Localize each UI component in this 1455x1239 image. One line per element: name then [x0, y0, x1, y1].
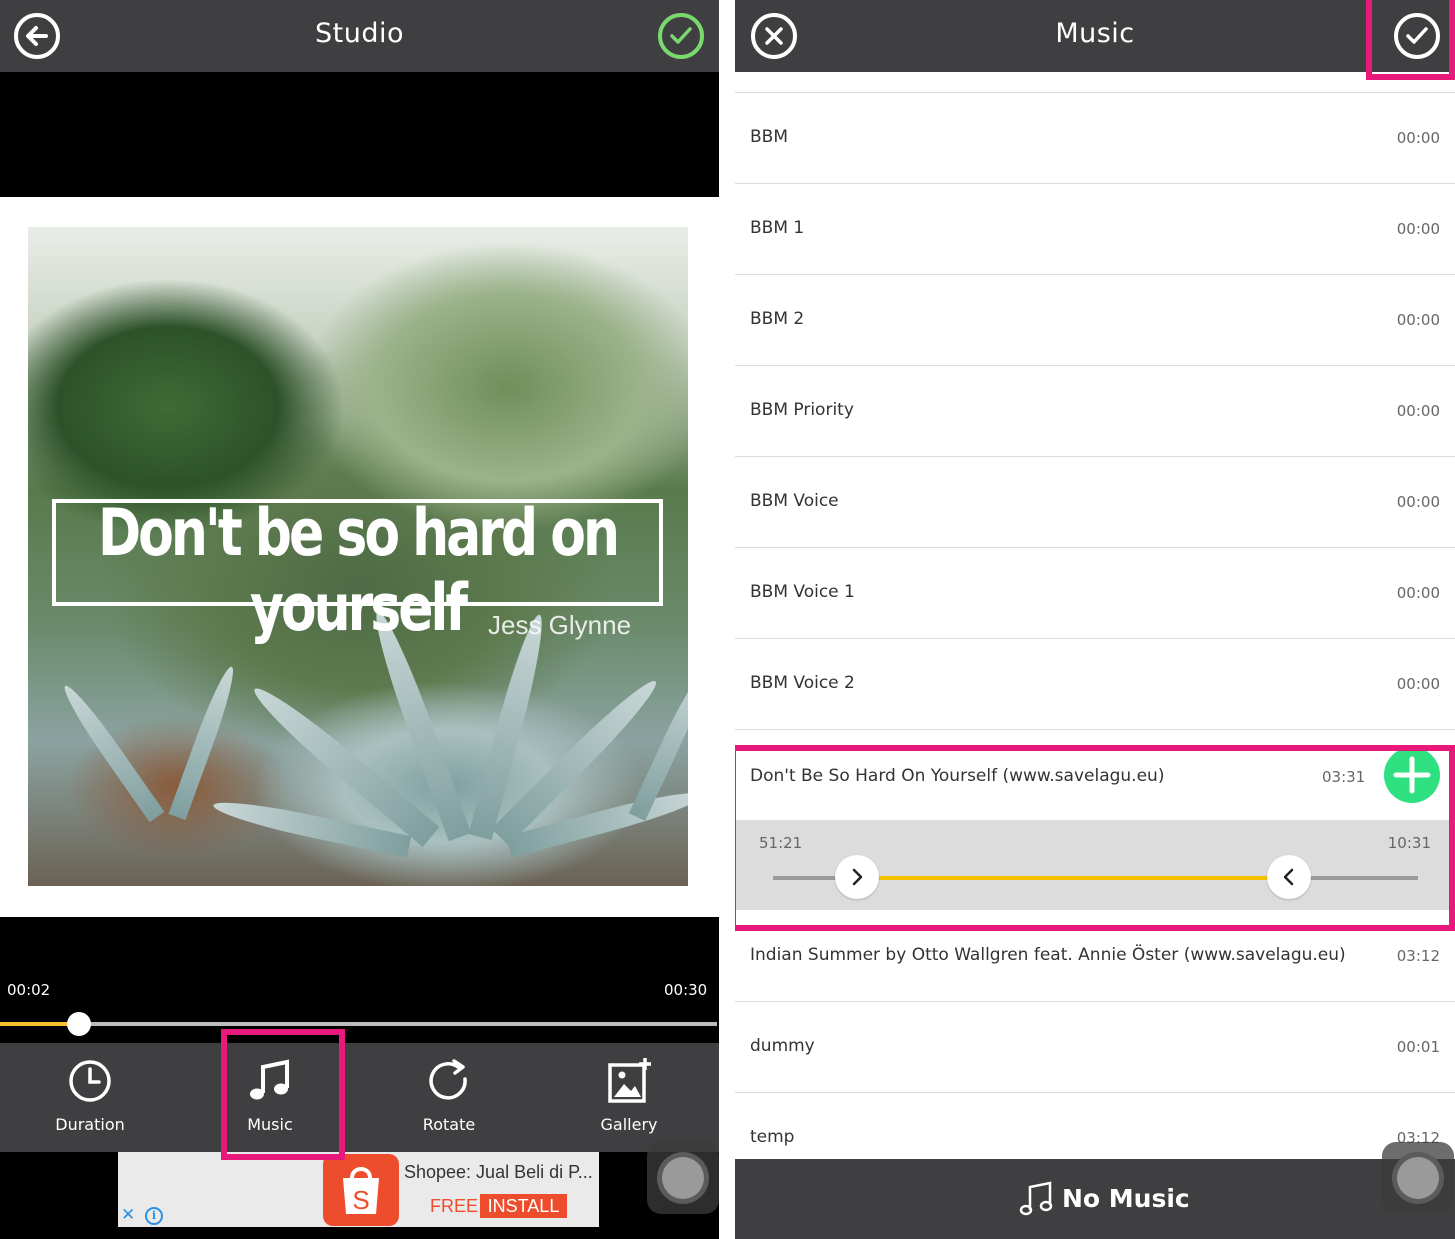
- track-row[interactable]: BBM Voice 2 00:00: [735, 639, 1455, 730]
- track-duration: 00:00: [1396, 311, 1440, 329]
- track-duration: 00:00: [1396, 402, 1440, 420]
- highlight-selected-track: [735, 745, 1455, 931]
- timeline-thumb[interactable]: [66, 1012, 91, 1036]
- highlight-confirm-button: [1366, 0, 1455, 80]
- track-name: BBM Priority: [750, 400, 854, 420]
- track-name: BBM 2: [750, 309, 805, 329]
- track-row[interactable]: BBM Priority 00:00: [735, 366, 1455, 457]
- duration-label: Duration: [55, 1115, 125, 1134]
- check-icon: [670, 27, 692, 44]
- track-name: BBM 1: [750, 218, 805, 238]
- page-title: Studio: [315, 18, 404, 49]
- page-title: Music: [1055, 18, 1135, 49]
- track-row[interactable]: BBM 1 00:00: [735, 184, 1455, 275]
- track-row[interactable]: dummy 00:01: [735, 1002, 1455, 1093]
- music-screen: Music BBM 00:00 BBM 1 00:00 BBM 2 00:00 …: [735, 0, 1455, 1239]
- track-name: BBM Voice 2: [750, 673, 855, 693]
- studio-toolbar: Duration Music Rotate Gallery: [0, 1043, 719, 1152]
- track-duration: 00:00: [1396, 220, 1440, 238]
- panel-divider: [719, 0, 735, 1239]
- current-time: 00:02: [7, 981, 51, 999]
- gallery-button[interactable]: Gallery: [539, 1043, 719, 1152]
- gallery-label: Gallery: [600, 1115, 658, 1134]
- no-music-button[interactable]: No Music: [735, 1159, 1455, 1239]
- ad-install-button[interactable]: INSTALL: [480, 1194, 567, 1218]
- quote-artist: Jess Glynne: [488, 610, 632, 640]
- clock-icon: [69, 1060, 111, 1102]
- track-name: BBM Voice: [750, 491, 839, 511]
- music-note-icon: [1019, 1181, 1053, 1216]
- confirm-button[interactable]: [658, 13, 704, 59]
- studio-header: Studio: [0, 0, 719, 72]
- track-row[interactable]: BBM Voice 00:00: [735, 457, 1455, 548]
- ad-title: Shopee: Jual Beli di P...: [404, 1162, 593, 1182]
- track-name: BBM Voice 1: [750, 582, 855, 602]
- gallery-icon: [608, 1058, 651, 1103]
- track-name: dummy: [750, 1036, 815, 1056]
- no-music-label: No Music: [1062, 1184, 1190, 1213]
- music-header: Music: [735, 0, 1455, 72]
- quote-frame: Don't be so hard on yourself: [52, 496, 663, 646]
- preview-area: Don't be so hard on yourself Jess Glynne: [0, 197, 719, 917]
- highlight-music-button: [221, 1029, 345, 1160]
- svg-text:S: S: [352, 1185, 369, 1215]
- slide-image[interactable]: Don't be so hard on yourself Jess Glynne: [28, 227, 688, 886]
- track-duration: 03:12: [1396, 947, 1440, 965]
- track-row[interactable]: BBM 00:00: [735, 93, 1455, 184]
- shopee-logo-icon: S: [323, 1154, 399, 1226]
- total-time: 00:30: [664, 981, 708, 999]
- track-duration: 00:00: [1396, 584, 1440, 602]
- rotate-icon: [429, 1059, 467, 1100]
- assistive-touch-button[interactable]: [647, 1142, 719, 1214]
- studio-screen: Studio Don't be so hard on yourself Jess…: [0, 0, 719, 1239]
- ad-banner[interactable]: S Shopee: Jual Beli di P... FREE INSTALL…: [118, 1152, 599, 1227]
- track-row[interactable]: BBM 2 00:00: [735, 275, 1455, 366]
- ad-info-icon[interactable]: i: [145, 1207, 163, 1225]
- timeline-slider[interactable]: [0, 1012, 717, 1036]
- track-row[interactable]: BBM Voice 1 00:00: [735, 548, 1455, 639]
- ad-free-label: FREE: [430, 1196, 479, 1216]
- track-name: temp: [750, 1127, 795, 1147]
- track-duration: 00:00: [1396, 493, 1440, 511]
- duration-button[interactable]: Duration: [0, 1043, 180, 1152]
- rotate-label: Rotate: [422, 1115, 476, 1134]
- track-name: Indian Summer by Otto Wallgren feat. Ann…: [750, 945, 1346, 965]
- track-duration: 00:00: [1396, 129, 1440, 147]
- assistive-touch-button[interactable]: [1382, 1142, 1454, 1214]
- track-name: BBM: [750, 127, 788, 147]
- ad-close-icon[interactable]: ✕: [121, 1205, 135, 1225]
- track-duration: 00:00: [1396, 675, 1440, 693]
- track-duration: 00:01: [1396, 1038, 1440, 1056]
- rotate-button[interactable]: Rotate: [359, 1043, 539, 1152]
